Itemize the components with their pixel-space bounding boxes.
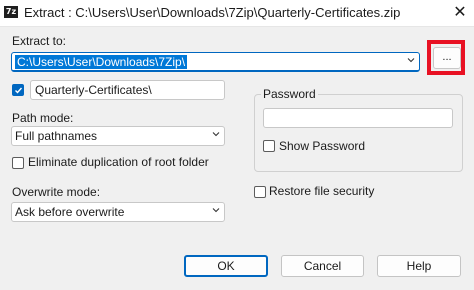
subfolder-name-value: Quarterly-Certificates\ — [35, 83, 152, 97]
password-field[interactable] — [263, 108, 453, 128]
overwrite-mode-value: Ask before overwrite — [15, 205, 125, 219]
help-button[interactable]: Help — [377, 255, 461, 277]
cancel-button[interactable]: Cancel — [281, 255, 364, 277]
checkmark-icon — [15, 87, 23, 94]
eliminate-duplication-label: Eliminate duplication of root folder — [28, 155, 209, 169]
path-mode-select[interactable]: Full pathnames — [11, 126, 225, 146]
extract-to-label: Extract to: — [12, 34, 67, 48]
7zip-app-icon: 7z — [4, 6, 18, 18]
ok-button[interactable]: OK — [184, 255, 268, 277]
restore-security-label: Restore file security — [269, 184, 375, 198]
close-icon[interactable]: ✕ — [446, 0, 474, 26]
chevron-down-icon[interactable] — [212, 130, 220, 138]
subfolder-checkbox[interactable] — [12, 84, 24, 96]
show-password-label: Show Password — [279, 139, 366, 153]
browse-highlight-frame — [427, 40, 465, 75]
chevron-down-icon[interactable] — [212, 206, 220, 214]
extract-path-value: C:\Users\User\Downloads\7Zip\ — [15, 55, 188, 69]
restore-security-checkbox[interactable] — [254, 186, 266, 198]
overwrite-mode-select[interactable]: Ask before overwrite — [11, 202, 225, 222]
extract-path-combobox[interactable]: C:\Users\User\Downloads\7Zip\ — [11, 52, 420, 72]
eliminate-duplication-checkbox[interactable] — [12, 157, 24, 169]
overwrite-mode-label: Overwrite mode: — [12, 185, 101, 199]
path-mode-value: Full pathnames — [15, 129, 98, 143]
password-label: Password — [261, 87, 318, 101]
window-title: Extract : C:\Users\User\Downloads\7Zip\Q… — [24, 5, 401, 20]
subfolder-name-field[interactable]: Quarterly-Certificates\ — [30, 80, 225, 100]
chevron-down-icon[interactable] — [407, 56, 415, 64]
password-group — [254, 94, 463, 172]
show-password-checkbox[interactable] — [263, 140, 275, 152]
path-mode-label: Path mode: — [12, 111, 74, 125]
